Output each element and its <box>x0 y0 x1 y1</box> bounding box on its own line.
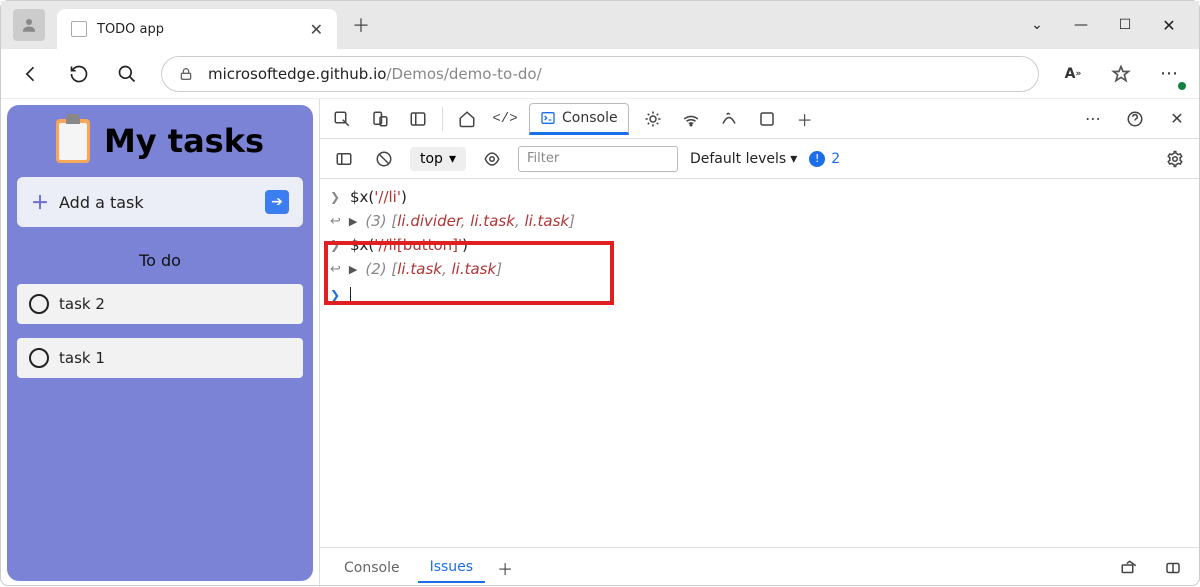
console-input-line: ❯ $x('//li[button]') <box>330 233 1189 257</box>
add-task-label: Add a task <box>59 193 255 212</box>
task-label: task 2 <box>59 295 105 313</box>
application-tab-icon[interactable] <box>753 105 781 133</box>
console-command: $x('//li') <box>350 188 407 206</box>
tab-close-icon[interactable]: ✕ <box>310 20 323 39</box>
devtools-drawer-bar: Console Issues ＋ <box>320 547 1199 587</box>
welcome-tab-icon[interactable] <box>453 105 481 133</box>
log-levels-selector[interactable]: Default levels ▾ <box>690 151 797 167</box>
chevron-down-icon[interactable]: ⌄ <box>1029 17 1045 33</box>
plus-icon: ＋ <box>31 189 49 215</box>
tab-title: TODO app <box>97 22 300 37</box>
todo-header: My tasks <box>17 119 303 163</box>
profile-avatar[interactable] <box>13 9 45 41</box>
console-result: (2) [li.task, li.task] <box>365 260 502 278</box>
drawer-add-tab-icon[interactable]: ＋ <box>491 554 519 582</box>
new-tab-button[interactable]: ＋ <box>345 9 377 41</box>
live-expression-icon[interactable] <box>478 145 506 173</box>
sidebar-toggle-icon[interactable] <box>330 145 358 173</box>
drawer-icon-2[interactable] <box>1159 554 1187 582</box>
input-chevron-icon: ❯ <box>330 190 342 204</box>
task-item[interactable]: task 2 <box>17 284 303 324</box>
submit-arrow-icon[interactable]: ➔ <box>265 190 289 214</box>
context-selector[interactable]: top ▾ <box>410 147 466 171</box>
window-controls: ⌄ — ☐ ✕ <box>1029 16 1199 35</box>
url-text: microsoftedge.github.io/Demos/demo-to-do… <box>208 65 542 83</box>
devtools-more-icon[interactable]: ⋯ <box>1079 105 1107 133</box>
section-heading: To do <box>17 251 303 270</box>
console-prompt[interactable]: ❯ <box>330 281 1189 303</box>
browser-tab[interactable]: TODO app ✕ <box>57 9 337 49</box>
device-toggle-icon[interactable] <box>366 105 394 133</box>
console-output[interactable]: ❯ $x('//li') ↩ ▶ (3) [li.divider, li.tas… <box>320 179 1199 547</box>
drawer-icon-1[interactable] <box>1115 554 1143 582</box>
issues-count: 2 <box>831 151 840 167</box>
output-arrow-icon: ↩ <box>330 262 341 277</box>
url-field[interactable]: microsoftedge.github.io/Demos/demo-to-do… <box>161 56 1039 92</box>
todo-app: My tasks ＋ Add a task ➔ To do task 2 tas… <box>7 105 313 581</box>
task-checkbox[interactable] <box>29 348 49 368</box>
expand-triangle-icon[interactable]: ▶ <box>349 215 357 228</box>
browser-title-bar: TODO app ✕ ＋ ⌄ — ☐ ✕ <box>1 1 1199 49</box>
address-bar: microsoftedge.github.io/Demos/demo-to-do… <box>1 49 1199 99</box>
console-output-line[interactable]: ↩ ▶ (2) [li.task, li.task] <box>330 257 1189 281</box>
add-task-button[interactable]: ＋ Add a task ➔ <box>17 177 303 227</box>
refresh-button[interactable] <box>65 60 93 88</box>
help-icon[interactable] <box>1121 105 1149 133</box>
issues-indicator[interactable]: ! 2 <box>809 151 840 167</box>
console-output-line[interactable]: ↩ ▶ (3) [li.divider, li.task, li.task] <box>330 209 1189 233</box>
expand-triangle-icon[interactable]: ▶ <box>349 263 357 276</box>
search-button[interactable] <box>113 60 141 88</box>
console-tab-label: Console <box>562 110 618 126</box>
issue-bubble-icon: ! <box>809 151 825 167</box>
task-checkbox[interactable] <box>29 294 49 314</box>
drawer-console-tab[interactable]: Console <box>332 554 412 582</box>
clear-console-icon[interactable] <box>370 145 398 173</box>
tab-favicon <box>71 21 87 37</box>
prompt-chevron-icon: ❯ <box>330 288 342 302</box>
back-button[interactable] <box>17 60 45 88</box>
chevron-down-icon: ▾ <box>449 151 456 167</box>
text-cursor <box>350 287 351 303</box>
filter-input[interactable]: Filter <box>518 146 678 172</box>
minimize-icon[interactable]: — <box>1073 17 1089 33</box>
context-label: top <box>420 151 443 167</box>
console-result: (3) [li.divider, li.task, li.task] <box>365 212 575 230</box>
lock-icon <box>178 66 194 82</box>
panel-layout-icon[interactable] <box>404 105 432 133</box>
maximize-icon[interactable]: ☐ <box>1117 17 1133 33</box>
elements-tab-icon[interactable]: </> <box>491 105 519 133</box>
close-window-icon[interactable]: ✕ <box>1161 16 1177 35</box>
console-input-line: ❯ $x('//li') <box>330 185 1189 209</box>
read-aloud-icon[interactable]: A» <box>1059 60 1087 88</box>
more-tabs-icon[interactable]: ＋ <box>791 105 819 133</box>
task-item[interactable]: task 1 <box>17 338 303 378</box>
console-toolbar: top ▾ Filter Default levels ▾ ! 2 <box>320 139 1199 179</box>
sources-tab-icon[interactable] <box>639 105 667 133</box>
clipboard-icon <box>56 119 90 163</box>
favorite-icon[interactable] <box>1107 60 1135 88</box>
output-arrow-icon: ↩ <box>330 214 341 229</box>
network-tab-icon[interactable] <box>677 105 705 133</box>
chevron-down-icon: ▾ <box>790 151 797 167</box>
performance-tab-icon[interactable] <box>715 105 743 133</box>
browser-menu-icon[interactable]: ⋯ <box>1155 60 1183 88</box>
levels-label: Default levels <box>690 151 786 167</box>
console-tab[interactable]: Console <box>529 103 629 135</box>
devtools-panel: </> Console ＋ ⋯ ✕ top ▾ <box>319 99 1199 587</box>
devtools-close-icon[interactable]: ✕ <box>1163 105 1191 133</box>
page-title: My tasks <box>104 122 264 160</box>
task-label: task 1 <box>59 349 105 367</box>
console-settings-icon[interactable] <box>1161 145 1189 173</box>
inspect-element-icon[interactable] <box>328 105 356 133</box>
input-chevron-icon: ❯ <box>330 238 342 252</box>
devtools-tab-bar: </> Console ＋ ⋯ ✕ <box>320 99 1199 139</box>
drawer-issues-tab[interactable]: Issues <box>418 553 486 583</box>
console-command: $x('//li[button]') <box>350 236 468 254</box>
filter-placeholder: Filter <box>527 151 559 166</box>
